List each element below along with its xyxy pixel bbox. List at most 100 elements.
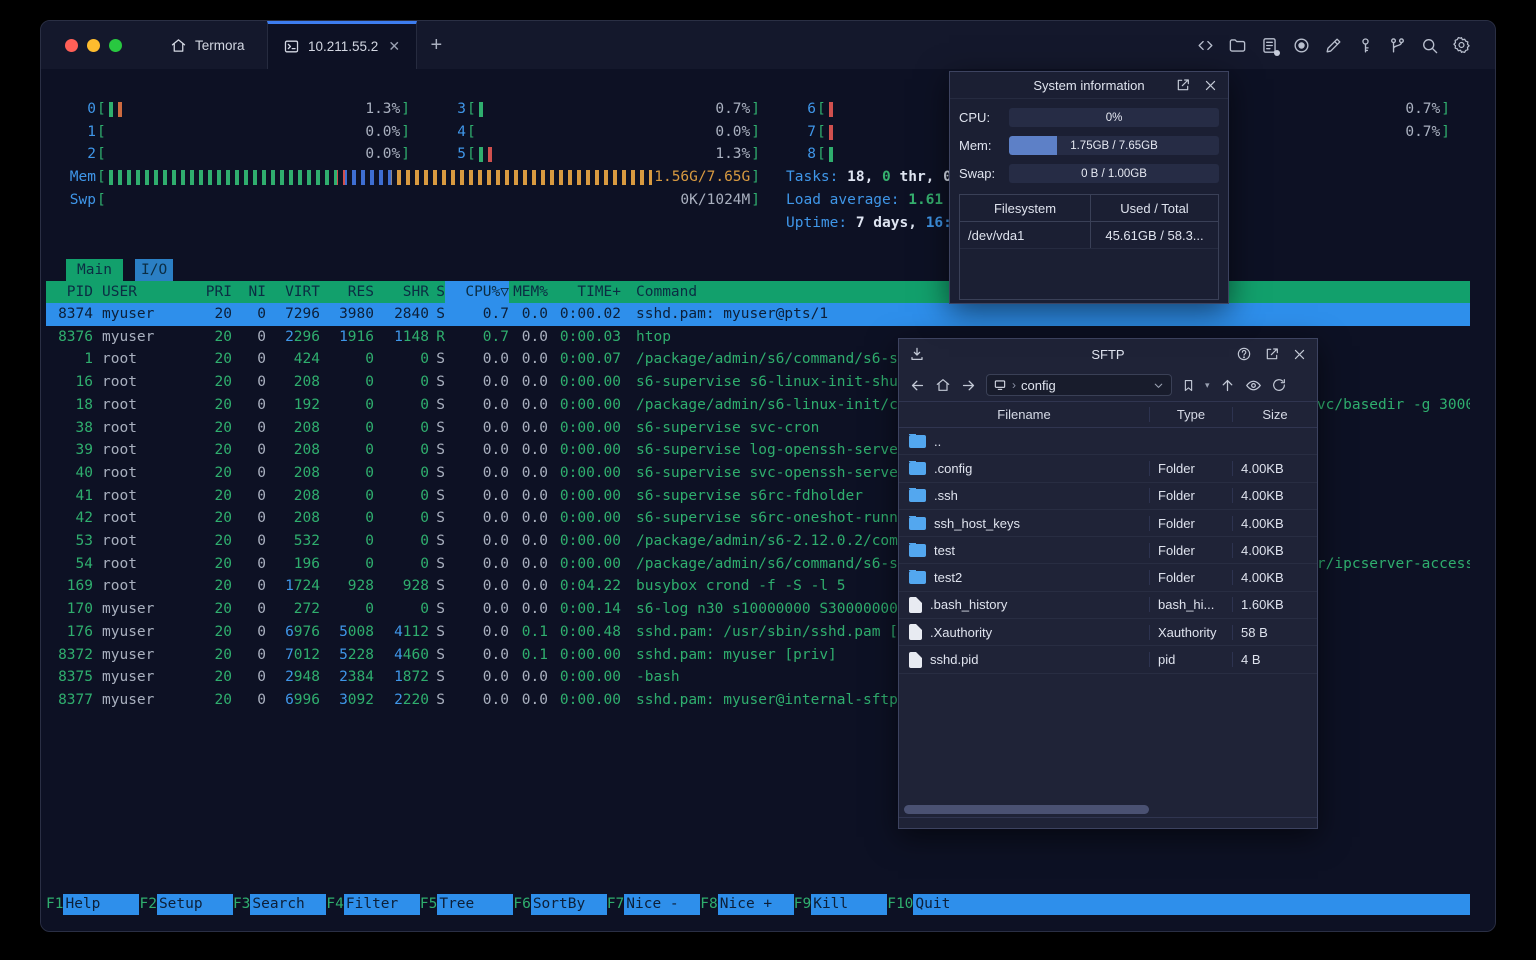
process-table-header[interactable]: PID USER PRI NI VIRT RES SHR S CPU%▽ MEM% TIME+ Com…	[46, 280, 1470, 304]
open-in-window-icon[interactable]	[1264, 346, 1280, 362]
refresh-icon[interactable]	[1271, 377, 1287, 393]
filesystem-table-header: Filesystem Used / Total	[960, 195, 1218, 222]
column-virt[interactable]: VIRT	[266, 281, 320, 304]
bookmark-icon[interactable]	[1181, 378, 1196, 393]
minimize-window-button[interactable]	[87, 38, 100, 52]
computer-icon	[993, 378, 1007, 392]
htop-tab-main[interactable]: Main	[66, 259, 123, 281]
close-tab-icon[interactable]: ✕	[388, 38, 400, 55]
column-ni[interactable]: NI	[232, 281, 266, 304]
git-branch-icon[interactable]	[1388, 36, 1407, 55]
titlebar: Termora 10.211.55.2 ✕ +	[41, 21, 1495, 69]
show-hidden-eye-icon[interactable]	[1245, 377, 1262, 394]
folder-icon	[909, 542, 926, 557]
fkey-action-nice-[interactable]: Nice -	[624, 894, 701, 915]
column-user[interactable]: USER	[93, 281, 202, 304]
process-row[interactable]: 8374 myuser 20 0 7296 3980 2840 S 0.7 0.0 0:00.02 s…	[46, 303, 1470, 326]
column-res[interactable]: RES	[320, 281, 374, 304]
open-in-window-icon[interactable]	[1175, 77, 1191, 93]
file-row[interactable]: sshd.pid pid 4 B	[899, 646, 1317, 674]
file-row[interactable]: .bash_history bash_hi... 1.60KB	[899, 592, 1317, 620]
filesystem-row[interactable]: /dev/vda1 45.61GB / 58.3...	[960, 222, 1218, 249]
sftp-panel: SFTP › config ▾ Filename Type Size .. .c…	[898, 338, 1318, 829]
used-total-column: Used / Total	[1090, 195, 1218, 221]
file-row[interactable]: .ssh Folder 4.00KB	[899, 483, 1317, 510]
fkey-F7: F7	[606, 896, 625, 913]
tab-home[interactable]: Termora	[154, 21, 261, 69]
scrollbar-thumb[interactable]	[904, 805, 1149, 814]
zoom-window-button[interactable]	[109, 38, 122, 52]
file-row[interactable]: test2 Folder 4.00KB	[899, 564, 1317, 592]
fkey-action-nice-[interactable]: Nice +	[717, 894, 794, 915]
fkey-action-tree[interactable]: Tree	[437, 894, 514, 915]
forward-icon[interactable]	[960, 377, 977, 394]
fkey-action-kill[interactable]: Kill	[811, 894, 888, 915]
folder-icon	[909, 433, 926, 448]
search-icon[interactable]	[1420, 36, 1439, 55]
htop-tab-io[interactable]: I/O	[135, 259, 174, 281]
breadcrumb-separator: ›	[1012, 378, 1016, 392]
file-row[interactable]: ssh_host_keys Folder 4.00KB	[899, 510, 1317, 538]
fkey-F9: F9	[793, 896, 812, 913]
chevron-down-icon[interactable]	[1152, 379, 1165, 392]
close-icon[interactable]	[1292, 347, 1307, 362]
column-cpu[interactable]: CPU%▽	[445, 280, 509, 304]
file-row[interactable]: ..	[899, 428, 1317, 456]
fkey-action-quit[interactable]: Quit	[913, 894, 1470, 915]
swap-usage-row: Swap: 0 B / 1.00GB	[950, 164, 1228, 183]
column-mem[interactable]: MEM%	[509, 281, 548, 304]
folder-icon[interactable]	[1228, 36, 1247, 55]
traffic-lights	[41, 21, 122, 69]
mem-meter: Mem[1.56G/7.65G]	[69, 169, 760, 186]
back-icon[interactable]	[909, 377, 926, 394]
file-row[interactable]: .config Folder 4.00KB	[899, 455, 1317, 483]
filesystem-table: Filesystem Used / Total /dev/vda1 45.61G…	[959, 194, 1219, 300]
titlebar-toolbar	[1196, 21, 1495, 69]
gear-icon[interactable]	[1452, 36, 1471, 55]
column-pri[interactable]: PRI	[202, 281, 232, 304]
session-tab-label: 10.211.55.2	[307, 39, 379, 54]
up-directory-icon[interactable]	[1219, 377, 1236, 394]
column-time[interactable]: TIME+	[548, 281, 621, 304]
new-tab-button[interactable]: +	[417, 21, 457, 69]
column-pid[interactable]: PID	[46, 281, 93, 304]
system-info-titlebar: System information	[950, 72, 1228, 99]
sftp-footer	[899, 817, 1317, 828]
record-icon[interactable]	[1292, 36, 1311, 55]
function-key-bar: F1 Help F2 Setup F3 Search F4 Filter F5 Tree F6 Sor…	[46, 894, 1470, 915]
column-filename[interactable]: Filename	[899, 407, 1149, 422]
fkey-action-search[interactable]: Search	[250, 894, 327, 915]
code-icon[interactable]	[1196, 36, 1215, 55]
help-icon[interactable]	[1236, 346, 1252, 362]
mem-label: Mem:	[959, 138, 992, 153]
folder-icon	[909, 570, 926, 585]
file-row[interactable]: .Xauthority Xauthority 58 B	[899, 619, 1317, 647]
fkey-F2: F2	[139, 896, 157, 913]
filesystem-name: /dev/vda1	[968, 227, 1025, 243]
tab-session[interactable]: 10.211.55.2 ✕	[266, 21, 417, 69]
file-icon	[909, 596, 922, 613]
file-row[interactable]: test Folder 4.00KB	[899, 537, 1317, 565]
column-size[interactable]: Size	[1232, 407, 1317, 422]
fkey-F3: F3	[232, 896, 251, 913]
bookmark-dropdown-caret[interactable]: ▾	[1205, 380, 1210, 391]
column-s[interactable]: S	[429, 281, 445, 304]
column-type[interactable]: Type	[1149, 407, 1232, 422]
horizontal-scrollbar[interactable]	[899, 801, 1317, 817]
log-document-icon[interactable]	[1260, 36, 1280, 56]
file-table-header[interactable]: Filename Type Size	[899, 401, 1317, 428]
close-icon[interactable]	[1203, 78, 1218, 93]
path-breadcrumb[interactable]: › config	[986, 374, 1172, 396]
home-icon[interactable]	[935, 377, 951, 393]
fkey-action-setup[interactable]: Setup	[156, 894, 233, 915]
fkey-action-sortby[interactable]: SortBy	[530, 894, 607, 915]
filesystem-column: Filesystem	[993, 200, 1057, 216]
pencil-icon[interactable]	[1324, 36, 1343, 55]
fkey-action-filter[interactable]: Filter	[343, 894, 420, 915]
app-window: Termora 10.211.55.2 ✕ + Main I/O PID USE…	[40, 20, 1496, 932]
cpu-meter-1: 1[0.0%]	[87, 123, 410, 140]
fkey-action-help[interactable]: Help	[63, 894, 140, 915]
close-window-button[interactable]	[65, 38, 78, 52]
column-shr[interactable]: SHR	[374, 281, 429, 304]
key-icon[interactable]	[1356, 36, 1375, 55]
